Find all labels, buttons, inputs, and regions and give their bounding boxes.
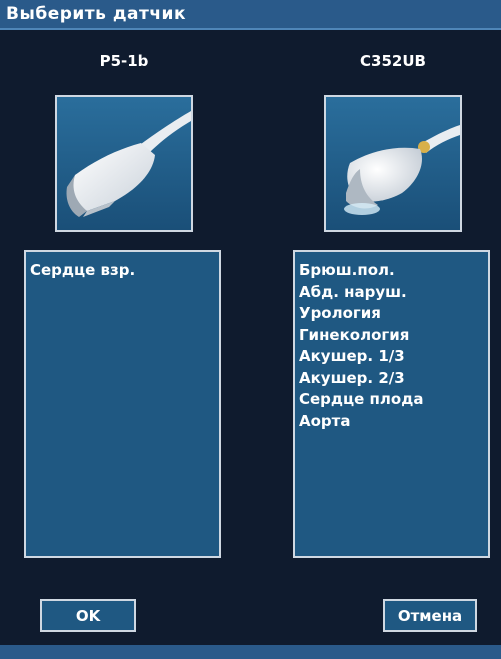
probe-name-1: P5-1b <box>99 52 149 70</box>
application-item[interactable]: Сердце плода <box>299 389 488 411</box>
convex-probe-icon <box>326 97 460 230</box>
application-item[interactable]: Акушер. 2/3 <box>299 368 488 390</box>
application-item[interactable]: Акушер. 1/3 <box>299 346 488 368</box>
probe-image-2[interactable] <box>324 95 462 232</box>
application-list-1[interactable]: Сердце взр. <box>24 250 221 558</box>
probe-name-2: C352UB <box>360 52 426 70</box>
dialog-titlebar: Выберить датчик <box>0 0 501 30</box>
cancel-button[interactable]: Отмена <box>383 599 477 632</box>
application-item[interactable]: Сердце взр. <box>30 260 219 282</box>
dialog-title: Выберить датчик <box>6 4 187 24</box>
phased-array-probe-icon <box>57 97 191 230</box>
application-item[interactable]: Абд. наруш. <box>299 282 488 304</box>
dialog-bottom-bar <box>0 645 501 659</box>
application-item[interactable]: Гинекология <box>299 325 488 347</box>
application-item[interactable]: Урология <box>299 303 488 325</box>
probe-image-1[interactable] <box>55 95 193 232</box>
application-list-2[interactable]: Брюш.пол. Абд. наруш. Урология Гинеколог… <box>293 250 490 558</box>
application-item[interactable]: Аорта <box>299 411 488 433</box>
application-item[interactable]: Брюш.пол. <box>299 260 488 282</box>
ok-button[interactable]: OK <box>40 599 136 632</box>
